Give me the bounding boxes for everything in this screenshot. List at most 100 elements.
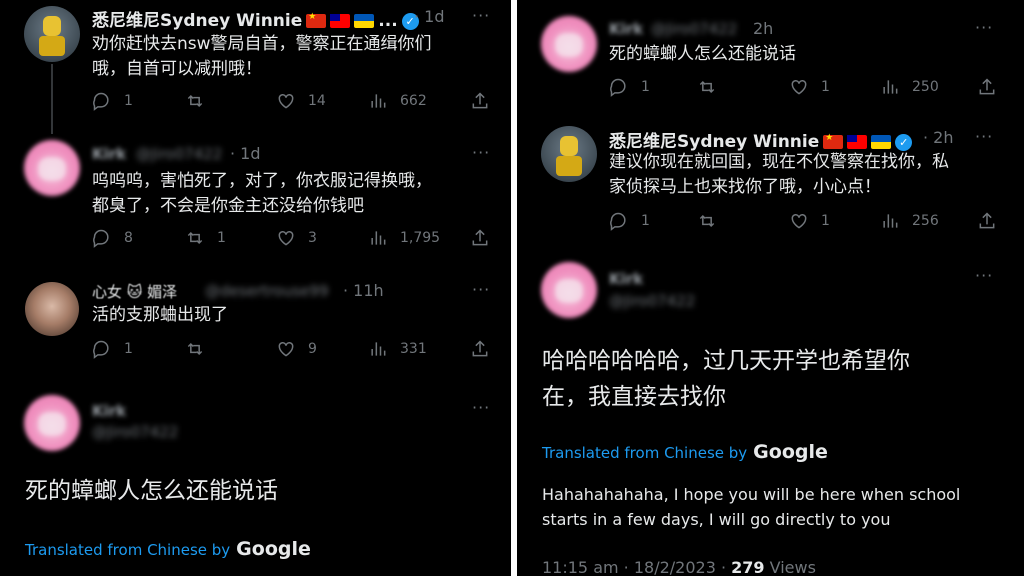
- taiwan-flag-icon: [330, 14, 351, 28]
- retweet-icon: [187, 94, 203, 108]
- thread-line: [51, 64, 53, 134]
- share-icon: [472, 92, 488, 109]
- user-handle[interactable]: @Jiro07422: [92, 423, 178, 441]
- reply-icon: [93, 92, 109, 111]
- more-options-button[interactable]: ···: [975, 127, 993, 146]
- more-options-button[interactable]: ···: [472, 143, 490, 162]
- display-name[interactable]: Kirk: [92, 145, 126, 163]
- tweet-text-line: 哦，自首可以减刑哦！: [92, 59, 262, 79]
- retweet-icon: [187, 231, 203, 245]
- more-options-button[interactable]: ···: [472, 6, 490, 25]
- retweet-icon: [699, 80, 715, 94]
- ukraine-flag-icon: [354, 14, 375, 28]
- display-name[interactable]: Kirk: [609, 20, 643, 38]
- reply-icon: [610, 78, 626, 97]
- display-name[interactable]: 悉尼维尼Sydney Winnie✓: [609, 127, 913, 152]
- display-name[interactable]: Kirk: [609, 270, 643, 288]
- tweet-time[interactable]: · 11h: [343, 281, 384, 300]
- avatar[interactable]: [541, 126, 597, 182]
- avatar[interactable]: [541, 262, 597, 318]
- google-logo: Google: [236, 538, 311, 560]
- retweet-button[interactable]: 1: [185, 228, 226, 248]
- more-options-button[interactable]: ···: [472, 280, 490, 299]
- heart-icon: [278, 230, 294, 246]
- views-icon: [371, 231, 386, 245]
- retweet-button[interactable]: [185, 91, 217, 111]
- more-options-button[interactable]: ···: [975, 266, 993, 285]
- tweet-text-line: 死的蟑螂人怎么还能说话: [609, 44, 796, 64]
- reply-icon: [610, 212, 626, 231]
- retweet-icon: [187, 342, 203, 356]
- tweet-time[interactable]: 2h: [753, 19, 773, 38]
- views-icon: [883, 80, 898, 94]
- retweet-button[interactable]: [185, 339, 217, 359]
- like-button[interactable]: 1: [789, 77, 830, 97]
- retweet-button[interactable]: [697, 211, 729, 231]
- share-button[interactable]: [977, 211, 997, 231]
- tweet-time[interactable]: · 2h: [923, 128, 954, 147]
- reply-icon: [93, 340, 109, 359]
- view-count: 279: [731, 558, 765, 576]
- tweet-time[interactable]: · 1d: [414, 7, 445, 26]
- translation-attribution[interactable]: Translated from Chinese by Google: [542, 441, 828, 463]
- like-button[interactable]: 9: [276, 339, 317, 359]
- display-name[interactable]: 心女 🐱 媚泽: [92, 281, 177, 302]
- tweet-timestamp[interactable]: 11:15 am · 18/2/2023 · 279 Views: [542, 558, 816, 576]
- share-button[interactable]: [470, 91, 490, 111]
- share-button[interactable]: [470, 339, 490, 359]
- views-button[interactable]: 331: [368, 339, 427, 359]
- user-handle[interactable]: @desertrouse99: [205, 282, 329, 300]
- user-handle[interactable]: @Jiro07422: [136, 145, 222, 163]
- translation-attribution[interactable]: Translated from Chinese by Google: [25, 538, 311, 560]
- reply-button[interactable]: 8: [92, 228, 133, 248]
- tweet-time[interactable]: · 1d: [230, 144, 261, 163]
- more-options-button[interactable]: ···: [472, 398, 490, 417]
- user-handle[interactable]: @Jiro07422: [609, 292, 695, 310]
- avatar[interactable]: [24, 6, 80, 62]
- retweet-icon: [699, 214, 715, 228]
- like-button[interactable]: 3: [276, 228, 317, 248]
- views-button[interactable]: 250: [880, 77, 939, 97]
- reply-button[interactable]: 1: [609, 77, 650, 97]
- reply-icon: [93, 229, 109, 248]
- display-name[interactable]: 悉尼维尼Sydney Winnie...✓: [92, 6, 419, 31]
- heart-icon: [278, 341, 294, 357]
- heart-icon: [791, 79, 807, 95]
- avatar[interactable]: [24, 140, 80, 196]
- translation-text-line: starts in a few days, I will go directly…: [542, 510, 891, 529]
- like-button[interactable]: 1: [789, 211, 830, 231]
- user-handle[interactable]: @Jiro07422: [651, 20, 737, 38]
- tweet-text-line: 呜呜呜，害怕死了，对了，你衣服记得换哦，: [92, 171, 432, 191]
- like-button[interactable]: 14: [276, 91, 326, 111]
- avatar[interactable]: [25, 282, 79, 336]
- share-icon: [472, 229, 488, 246]
- translation-text-line: Hahahahahaha, I hope you will be here wh…: [542, 485, 961, 504]
- reply-button[interactable]: 1: [609, 211, 650, 231]
- tweet-text-line: 建议你现在就回国，现在不仅警察在找你，私: [609, 152, 949, 172]
- more-options-button[interactable]: ···: [975, 18, 993, 37]
- avatar[interactable]: [24, 395, 80, 451]
- display-name[interactable]: Kirk: [92, 402, 126, 420]
- share-button[interactable]: [977, 77, 997, 97]
- tweet-text-line: 家侦探马上也来找你了哦，小心点！: [609, 177, 881, 197]
- reply-button[interactable]: 1: [92, 91, 133, 111]
- views-button[interactable]: 662: [368, 91, 427, 111]
- reply-button[interactable]: 1: [92, 339, 133, 359]
- china-flag-icon: [823, 133, 844, 149]
- share-button[interactable]: [470, 228, 490, 248]
- heart-icon: [278, 93, 294, 109]
- heart-icon: [791, 213, 807, 229]
- ukraine-flag-icon: [871, 135, 892, 149]
- share-icon: [979, 212, 995, 229]
- right-screenshot-panel: Kirk @Jiro07422 2h ··· 死的蟑螂人怎么还能说话 1 1 2…: [517, 0, 1024, 576]
- views-button[interactable]: 1,795: [368, 228, 440, 248]
- views-icon: [371, 342, 386, 356]
- tweet-text-line: 都臭了，不会是你金主还没给你钱吧: [92, 196, 364, 216]
- avatar[interactable]: [541, 16, 597, 72]
- views-icon: [371, 94, 386, 108]
- tweet-text-line: 哈哈哈哈哈哈，过几天开学也希望你: [542, 348, 910, 374]
- retweet-button[interactable]: [697, 77, 729, 97]
- views-button[interactable]: 256: [880, 211, 939, 231]
- tweet-text-line: 劝你赶快去nsw警局自首，警察正在通缉你们: [92, 34, 432, 54]
- google-logo: Google: [753, 441, 828, 463]
